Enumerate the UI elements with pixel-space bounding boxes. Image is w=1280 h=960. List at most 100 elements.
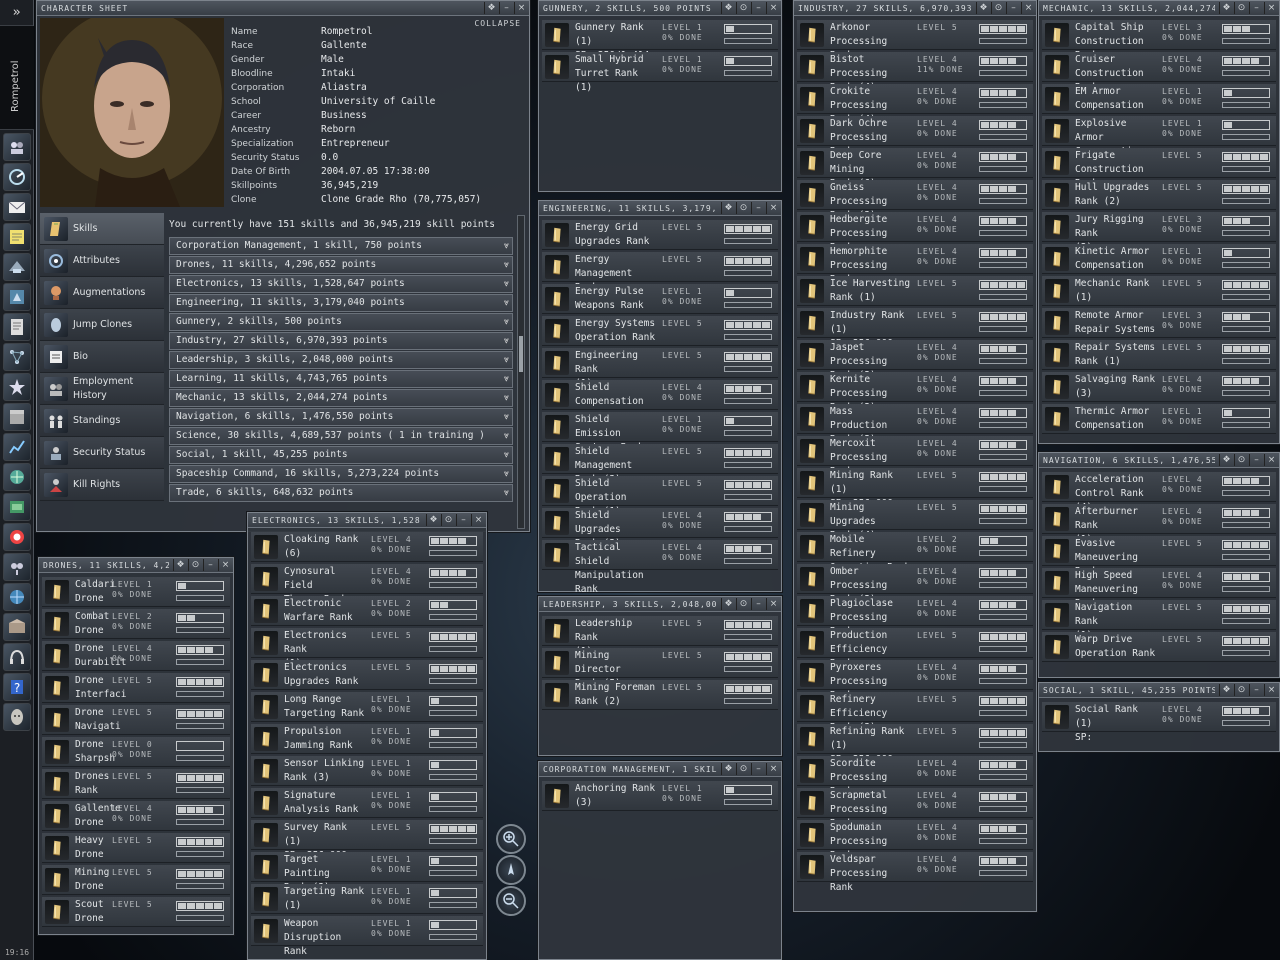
tab-attributes[interactable]: Attributes [40, 245, 164, 277]
skill-row[interactable]: Signature Analysis Rank LEVEL 1 0% DONE [251, 788, 483, 818]
neocom-button[interactable] [3, 433, 31, 461]
window-header[interactable]: CHARACTER SHEET ❖ – × [37, 1, 529, 16]
skill-row[interactable]: Energy Pulse Weapons Rank LEVEL 1 0% DONE [542, 284, 778, 314]
skill-row[interactable]: Mining Foreman Rank (2) LEVEL 5 [542, 680, 778, 710]
skill-row[interactable]: Caldari Drone LEVEL 1 0% DONE [42, 577, 230, 607]
skill-row[interactable]: Hull Upgrades Rank (2) LEVEL 5 [1042, 180, 1276, 210]
skill-row[interactable]: Shield Compensation LEVEL 4 0% DONE [542, 380, 778, 410]
skill-row[interactable]: SpodumainProcessing RankLEVEL 40% DONE [797, 820, 1033, 861]
expand-icon[interactable]: ⩔ [504, 257, 509, 273]
skill-row[interactable]: Remote Armor Repair Systems LEVEL 3 0% DONE [1042, 308, 1276, 338]
expand-icon[interactable]: ⩔ [504, 466, 509, 482]
pin-button[interactable]: ❖ [721, 202, 735, 214]
skill-row[interactable]: Shield UpgradesRank (2)LEVEL 40% DONE [542, 508, 778, 549]
skill-row[interactable]: EvasiveManeuvering RankLEVEL 5 [1042, 536, 1276, 577]
neocom-button[interactable] [3, 223, 31, 251]
skill-row[interactable]: Navigation Rank(1)LEVEL 5 [1042, 600, 1276, 641]
skill-row[interactable]: Repair Systems Rank (1) LEVEL 5 [1042, 340, 1276, 370]
close-button[interactable]: × [1264, 2, 1278, 14]
expand-icon[interactable]: ⩔ [504, 238, 509, 254]
zoom-out-button[interactable] [496, 886, 526, 916]
scroll-thumb[interactable] [519, 336, 523, 372]
skill-row[interactable]: EM Armor Compensation LEVEL 1 0% DONE [1042, 84, 1276, 114]
skill-row[interactable]: Shield EmissionSystems Rank (2)LEVEL 10%… [542, 412, 778, 467]
skill-row[interactable]: Weapon Disruption Rank LEVEL 1 0% DONE [251, 916, 483, 957]
skill-row[interactable]: ScrapmetalProcessing RankLEVEL 40% DONE [797, 788, 1033, 829]
skill-row[interactable]: Combat Drone LEVEL 2 0% DONE [42, 609, 230, 639]
expand-icon[interactable]: ⩔ [504, 295, 509, 311]
neocom-button[interactable] [3, 283, 31, 311]
skill-row[interactable]: Veldspar Processing Rank LEVEL 4 0% DONE [797, 852, 1033, 893]
skill-row[interactable]: Refinery EfficiencyRank (3)LEVEL 5 [797, 692, 1033, 733]
close-button[interactable]: × [766, 598, 780, 610]
skill-row[interactable]: Mining DirectorRank (5)LEVEL 5 [542, 648, 778, 689]
skill-row[interactable]: High SpeedManeuvering RankLEVEL 40% DONE [1042, 568, 1276, 609]
skill-group-row[interactable]: Trade, 6 skills, 648,632 points ⩔ [169, 484, 513, 502]
skill-group-row[interactable]: Learning, 11 skills, 4,743,765 points ⩔ [169, 370, 513, 388]
skill-row[interactable]: Mobile RefineryOperation RankLEVEL 20% D… [797, 532, 1033, 573]
skill-row[interactable]: Thermic Armor Compensation LEVEL 1 0% DONE [1042, 404, 1276, 434]
skill-row[interactable]: MercoxitProcessing RankLEVEL 40% DONE [797, 436, 1033, 477]
skill-row[interactable]: Capital ShipConstruction RankLEVEL 30% D… [1042, 20, 1276, 61]
expand-icon[interactable]: ⩔ [504, 352, 509, 368]
minimize-button[interactable]: – [751, 202, 765, 214]
close-button[interactable]: × [218, 559, 232, 571]
skill-row[interactable]: AccelerationControl Rank (4)LEVEL 40% DO… [1042, 472, 1276, 513]
close-button[interactable]: × [471, 514, 485, 526]
skill-row[interactable]: Bistot ProcessingRank (4)LEVEL 411% DONE [797, 52, 1033, 93]
expand-icon[interactable]: ⩔ [504, 314, 509, 330]
skill-row[interactable]: Shield OperationRank (1)LEVEL 5 [542, 476, 778, 517]
options-button[interactable]: ⊙ [736, 763, 750, 775]
skill-row[interactable]: Shield ManagementRank (3)LEVEL 5 [542, 444, 778, 485]
skill-row[interactable]: Warp Drive Operation Rank LEVEL 5 [1042, 632, 1276, 662]
window-header[interactable]: ELECTRONICS, 13 SKILLS, 1,528,647 ❖⊙–× [248, 513, 486, 528]
skill-group-row[interactable]: Science, 30 skills, 4,689,537 points ( 1… [169, 427, 513, 445]
skill-row[interactable]: Long Range Targeting Rank LEVEL 1 0% DONE [251, 692, 483, 722]
tab-skills[interactable]: Skills [40, 213, 164, 245]
expand-icon[interactable]: ⩔ [504, 390, 509, 406]
minimize-button[interactable]: – [751, 763, 765, 775]
skill-row[interactable]: HemorphiteProcessing RankLEVEL 40% DONE [797, 244, 1033, 285]
pin-button[interactable]: ❖ [173, 559, 187, 571]
skill-row[interactable]: Engineering Rank(1)LEVEL 5 [542, 348, 778, 389]
skill-row[interactable]: Heavy Drone LEVEL 5 [42, 833, 230, 863]
options-button[interactable]: ⊙ [736, 2, 750, 14]
tab-jump-clones[interactable]: Jump Clones [40, 309, 164, 341]
skill-row[interactable]: Kernite ProcessingRank (2)LEVEL 40% DONE [797, 372, 1033, 413]
expand-icon[interactable]: ⩔ [504, 485, 509, 501]
skill-row[interactable]: Explosive ArmorCompensationLEVEL 10% DON… [1042, 116, 1276, 157]
neocom-button[interactable] [3, 493, 31, 521]
options-button[interactable]: ⊙ [1234, 454, 1248, 466]
window-header[interactable]: SOCIAL, 1 SKILL, 45,255 POINTS ❖ ⊙ – × [1039, 683, 1279, 698]
tab-security-status[interactable]: Security Status [40, 437, 164, 469]
skill-row[interactable]: Energy Systems Operation Rank LEVEL 5 [542, 316, 778, 346]
neocom-button[interactable] [3, 643, 31, 671]
skill-row[interactable]: EnergyManagement RankLEVEL 5 [542, 252, 778, 293]
options-button[interactable]: ⊙ [736, 202, 750, 214]
neocom-button[interactable] [3, 613, 31, 641]
skill-group-row[interactable]: Drones, 11 skills, 4,296,652 points ⩔ [169, 256, 513, 274]
skill-row[interactable]: Target PaintingRank (3)LEVEL 10% DONE [251, 852, 483, 893]
expand-icon[interactable]: ⩔ [504, 409, 509, 425]
tab-employment-history[interactable]: Employment History [40, 373, 164, 405]
pin-button[interactable]: ❖ [484, 2, 498, 14]
skill-row[interactable]: Dark OchreProcessing RankLEVEL 40% DONE [797, 116, 1033, 157]
skill-row[interactable]: Anchoring Rank (3) LEVEL 1 0% DONE [542, 781, 778, 811]
options-button[interactable]: ⊙ [736, 598, 750, 610]
skill-row[interactable]: Tactical Shield Manipulation Rank LEVEL 40… [542, 540, 778, 595]
scrollbar[interactable] [517, 215, 525, 529]
skill-row[interactable]: HedbergiteProcessing RankLEVEL 40% DONE [797, 212, 1033, 253]
skill-row[interactable]: Mining Drone LEVEL 5 [42, 865, 230, 895]
minimize-button[interactable]: – [203, 559, 217, 571]
skill-group-row[interactable]: Mechanic, 13 skills, 2,044,274 points ⩔ [169, 389, 513, 407]
skill-row[interactable]: Drones Rank LEVEL 5 [42, 769, 230, 799]
skill-group-row[interactable]: Leadership, 3 skills, 2,048,000 points ⩔ [169, 351, 513, 369]
close-button[interactable]: × [766, 2, 780, 14]
minimize-button[interactable]: – [1249, 2, 1263, 14]
tab-bio[interactable]: Bio [40, 341, 164, 373]
skill-row[interactable]: Drone Durabilit LEVEL 4 0% DONE [42, 641, 230, 671]
skill-row[interactable]: Mass ProductionRank (2)LEVEL 40% DONE [797, 404, 1033, 445]
skill-row[interactable]: Electronic Warfare Rank LEVEL 2 0% DONE [251, 596, 483, 626]
pin-button[interactable]: ❖ [1219, 684, 1233, 696]
neocom-button[interactable] [3, 553, 31, 581]
